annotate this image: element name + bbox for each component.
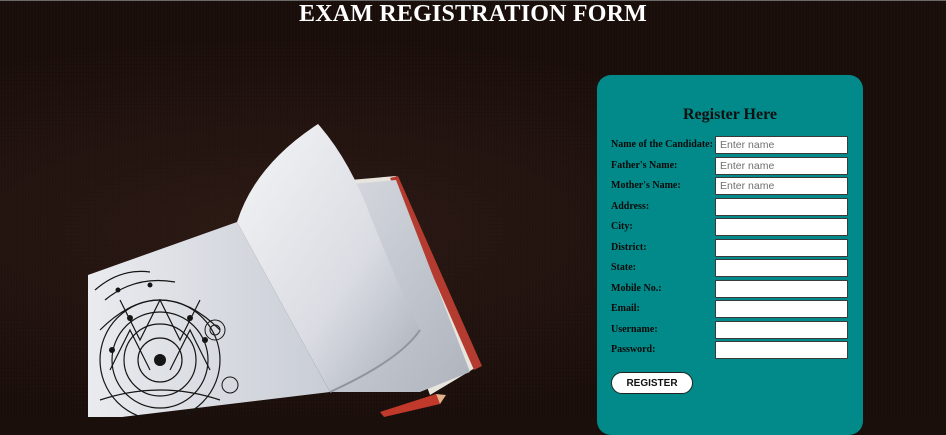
district-label: District: [611, 242, 647, 253]
address-input[interactable] [715, 198, 848, 216]
field-row-district: District: [611, 239, 851, 257]
register-button[interactable]: REGISTER [611, 372, 693, 394]
form-heading: Register Here [682, 106, 778, 123]
field-row-address: Address: [611, 198, 851, 216]
email-input[interactable] [715, 300, 848, 318]
mother-name-label: Mother's Name: [611, 180, 681, 191]
mobile-input[interactable] [715, 280, 848, 298]
mother-name-input[interactable] [715, 177, 848, 195]
field-row-state: State: [611, 259, 851, 277]
field-row-mobile: Mobile No.: [611, 280, 851, 298]
email-label: Email: [611, 303, 640, 314]
field-row-city: City: [611, 218, 851, 236]
field-row-father-name: Father's Name: [611, 157, 851, 175]
father-name-label: Father's Name: [611, 160, 678, 171]
candidate-name-input[interactable] [715, 136, 848, 154]
state-label: State: [611, 262, 636, 273]
state-input[interactable] [715, 259, 848, 277]
password-label: Password: [611, 344, 656, 355]
field-row-mother-name: Mother's Name: [611, 177, 851, 195]
district-input[interactable] [715, 239, 848, 257]
candidate-name-label: Name of the Candidate: [611, 139, 713, 150]
city-input[interactable] [715, 218, 848, 236]
field-row-email: Email: [611, 300, 851, 318]
father-name-input[interactable] [715, 157, 848, 175]
page-title: EXAM REGISTRATION FORM [299, 1, 647, 27]
mobile-label: Mobile No.: [611, 283, 662, 294]
password-input[interactable] [715, 341, 848, 359]
username-label: Username: [611, 324, 658, 335]
field-row-password: Password: [611, 341, 851, 359]
username-input[interactable] [715, 321, 848, 339]
address-label: Address: [611, 201, 650, 212]
registration-form: Register Here Name of the Candidate: Fat… [597, 75, 863, 435]
field-row-username: Username: [611, 321, 851, 339]
field-row-candidate-name: Name of the Candidate: [611, 136, 851, 154]
city-label: City: [611, 221, 633, 232]
